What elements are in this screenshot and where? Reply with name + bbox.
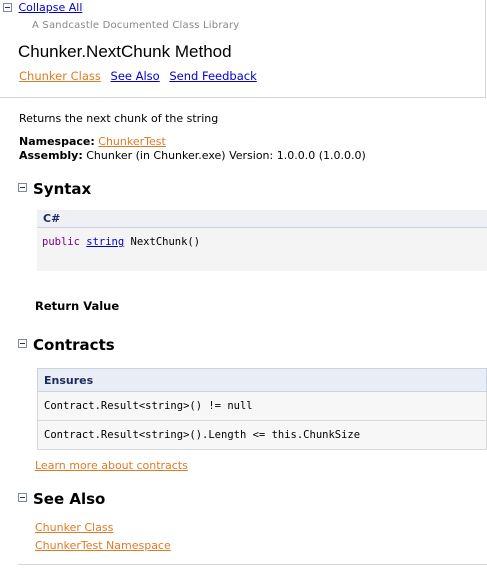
assembly-line: Assembly: Chunker (in Chunker.exe) Versi… (19, 149, 366, 162)
page-title: Chunker.NextChunk Method (18, 42, 232, 61)
ensures-row: Contract.Result<string>() != null (37, 392, 487, 421)
chunker-class-link[interactable]: Chunker Class (19, 69, 101, 83)
collapse-toggle-icon[interactable] (18, 493, 27, 502)
see-also-namespace-link[interactable]: ChunkerTest Namespace (35, 539, 171, 552)
syntax-section-header[interactable]: Syntax (18, 180, 91, 198)
return-value-label: Return Value (35, 299, 120, 313)
ensures-row: Contract.Result<string>().Length <= this… (37, 421, 487, 450)
collapse-toggle-icon[interactable] (18, 183, 27, 192)
code-language-label: C# (37, 210, 487, 228)
see-also-chunker-class-link[interactable]: Chunker Class (35, 521, 113, 534)
contracts-section-header[interactable]: Contracts (18, 336, 115, 354)
see-also-link[interactable]: See Also (111, 69, 160, 83)
assembly-value: Chunker (in Chunker.exe) Version: 1.0.0.… (86, 149, 366, 162)
syntax-heading: Syntax (33, 180, 92, 198)
collapse-all-link[interactable]: Collapse All (19, 1, 83, 14)
see-also-section-header[interactable]: See Also (18, 490, 105, 508)
contracts-heading: Contracts (33, 336, 115, 354)
assembly-label: Assembly: (19, 149, 83, 162)
ensures-header: Ensures (37, 368, 487, 392)
code-signature: NextChunk() (130, 236, 201, 248)
namespace-link[interactable]: ChunkerTest (98, 135, 166, 148)
collapse-toggle-icon[interactable] (3, 2, 12, 12)
method-summary: Returns the next chunk of the string (19, 112, 219, 125)
header-links: Chunker Class See Also Send Feedback (19, 69, 263, 83)
see-also-heading: See Also (33, 490, 106, 508)
namespace-line: Namespace: ChunkerTest (19, 135, 166, 148)
code-line: public string NextChunk() (37, 228, 487, 248)
send-feedback-link[interactable]: Send Feedback (169, 69, 256, 83)
collapse-toggle-icon[interactable] (18, 339, 27, 348)
collapse-all-control[interactable]: Collapse All (3, 1, 82, 14)
code-keyword: public (42, 236, 80, 248)
learn-more-contracts-link[interactable]: Learn more about contracts (35, 459, 188, 472)
syntax-code-block: C# public string NextChunk() (37, 210, 487, 271)
footer-divider (18, 564, 487, 565)
code-type-link[interactable]: string (86, 236, 124, 248)
namespace-label: Namespace: (19, 135, 95, 148)
page-header: Collapse All A Sandcastle Documented Cla… (0, 0, 486, 98)
library-name: A Sandcastle Documented Class Library (32, 20, 240, 31)
ensures-table: Ensures Contract.Result<string>() != nul… (37, 368, 487, 450)
